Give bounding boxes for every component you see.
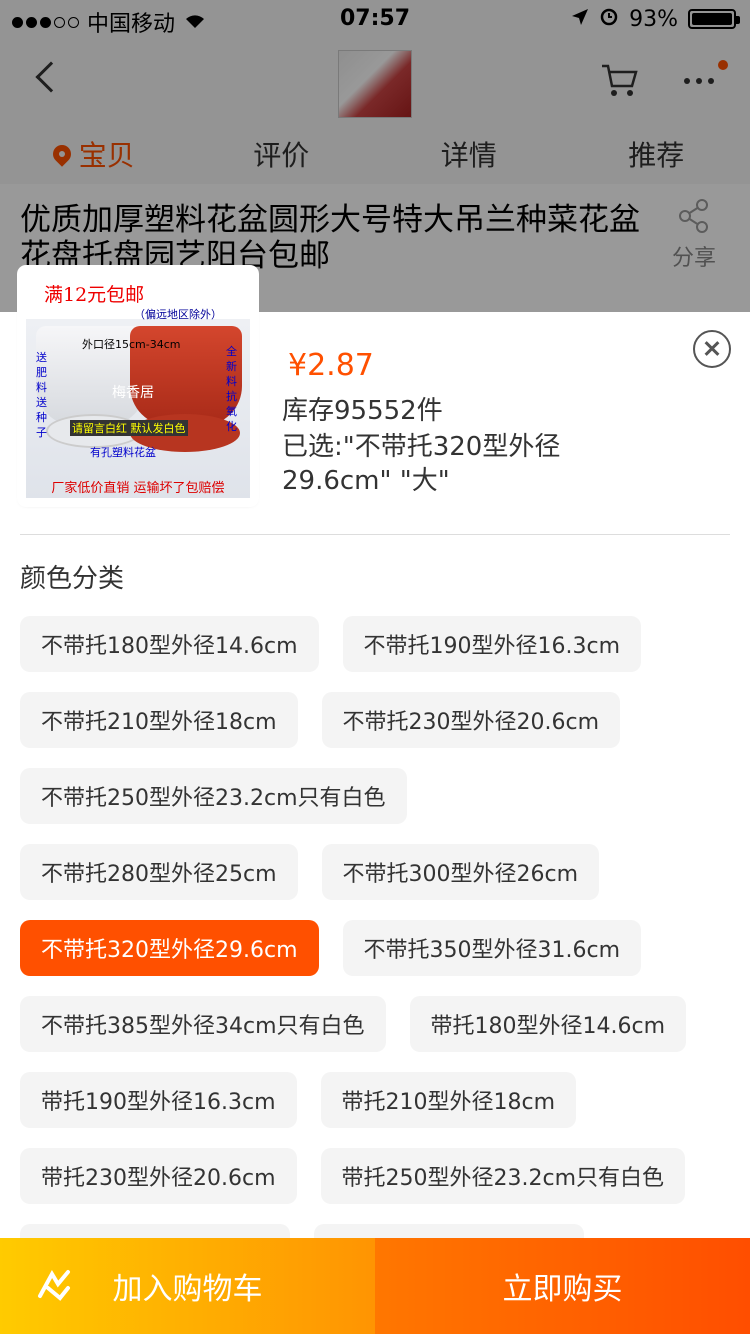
image-size-text: 外口径15cm-34cm bbox=[82, 338, 181, 351]
sku-price: ¥2.87 bbox=[288, 348, 374, 383]
option-row: 不带托320型外径29.6cm 不带托350型外径31.6cm bbox=[20, 920, 740, 976]
option-row: 带托230型外径20.6cm 带托250型外径23.2cm只有白色 bbox=[20, 1148, 740, 1204]
option-row: 不带托250型外径23.2cm只有白色 bbox=[20, 768, 740, 824]
sku-selected: 已选:"不带托320型外径29.6cm" "大" bbox=[282, 432, 561, 496]
option-chip[interactable]: 带托210型外径18cm bbox=[320, 1072, 577, 1128]
option-row: 不带托210型外径18cm 不带托230型外径20.6cm bbox=[20, 692, 740, 748]
option-row: 不带托280型外径25cm 不带托300型外径26cm bbox=[20, 844, 740, 900]
divider bbox=[20, 534, 730, 535]
option-chip[interactable]: 带托250型外径23.2cm只有白色 bbox=[320, 1148, 686, 1204]
image-headline: 满12元包邮 bbox=[44, 284, 145, 306]
option-chip[interactable]: 不带托350型外径31.6cm bbox=[342, 920, 642, 976]
image-hole-text: 有孔塑料花盆 bbox=[90, 446, 156, 459]
sku-product-image: 满12元包邮 （偏远地区除外） 外口径15cm-34cm 送肥料送种子 全新料抗… bbox=[20, 268, 256, 504]
option-chip-selected[interactable]: 不带托320型外径29.6cm bbox=[20, 920, 319, 976]
option-chip[interactable]: 不带托210型外径18cm bbox=[20, 692, 298, 748]
option-chip[interactable]: 不带托385型外径34cm只有白色 bbox=[20, 996, 386, 1052]
option-chip[interactable]: 带托230型外径20.6cm bbox=[20, 1148, 297, 1204]
option-chip[interactable]: 不带托250型外径23.2cm只有白色 bbox=[20, 768, 407, 824]
add-to-cart-button[interactable]: 加入购物车 bbox=[0, 1238, 375, 1334]
option-chip[interactable]: 不带托230型外径20.6cm bbox=[321, 692, 621, 748]
product-image: 满12元包邮 （偏远地区除外） 外口径15cm-34cm 送肥料送种子 全新料抗… bbox=[26, 274, 250, 498]
bottom-action-bar: 加入购物车 立即购买 bbox=[0, 1238, 750, 1334]
option-row: 不带托180型外径14.6cm 不带托190型外径16.3cm bbox=[20, 616, 740, 672]
add-to-cart-label: 加入购物车 bbox=[112, 1272, 263, 1307]
image-left-text: 送肥料送种子 bbox=[36, 351, 47, 439]
color-section-label: 颜色分类 bbox=[20, 564, 125, 594]
option-row: 不带托385型外径34cm只有白色 带托180型外径14.6cm bbox=[20, 996, 740, 1052]
buy-now-button[interactable]: 立即购买 bbox=[375, 1238, 750, 1334]
image-right-text: 全新料抗氧化 bbox=[226, 345, 237, 433]
image-brand: 梅香居 bbox=[112, 385, 154, 401]
cart-logo-icon bbox=[34, 1266, 74, 1306]
image-footer: 厂家低价直销 运输坏了包赔偿 bbox=[51, 481, 225, 496]
option-list: 不带托180型外径14.6cm 不带托190型外径16.3cm 不带托210型外… bbox=[20, 616, 740, 1300]
buy-now-label: 立即购买 bbox=[502, 1272, 623, 1307]
option-row: 带托190型外径16.3cm 带托210型外径18cm bbox=[20, 1072, 740, 1128]
sku-stock: 库存95552件 bbox=[282, 396, 443, 426]
option-chip[interactable]: 不带托180型外径14.6cm bbox=[20, 616, 319, 672]
option-chip[interactable]: 带托190型外径16.3cm bbox=[20, 1072, 297, 1128]
option-chip[interactable]: 不带托280型外径25cm bbox=[20, 844, 298, 900]
modal-overlay[interactable] bbox=[0, 0, 750, 312]
option-chip[interactable]: 带托180型外径14.6cm bbox=[409, 996, 687, 1052]
image-note: 请留言白红 默认发白色 bbox=[70, 420, 188, 436]
option-chip[interactable]: 不带托300型外径26cm bbox=[321, 844, 600, 900]
image-subtext: （偏远地区除外） bbox=[134, 308, 222, 321]
close-icon[interactable] bbox=[693, 330, 731, 368]
option-chip[interactable]: 不带托190型外径16.3cm bbox=[342, 616, 642, 672]
